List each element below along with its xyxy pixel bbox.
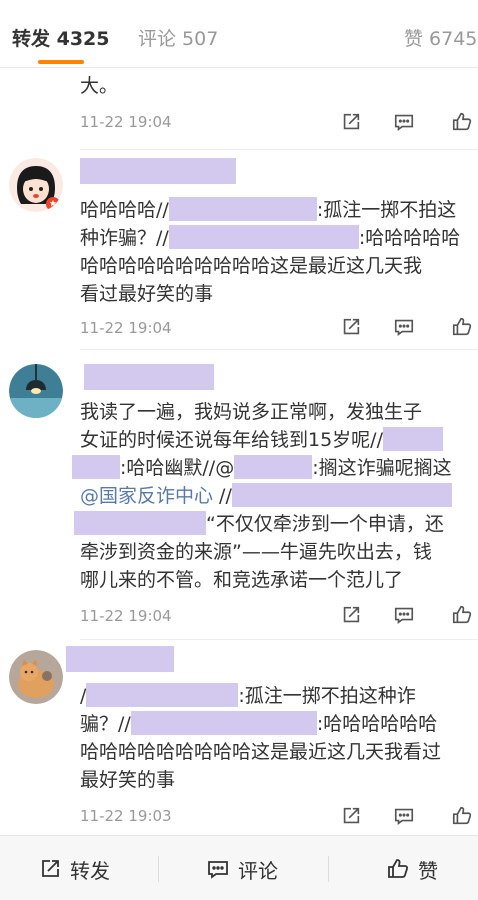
redacted-name	[72, 455, 120, 479]
comment-text: 女证的时候还说每年给钱到15岁呢//	[80, 426, 443, 454]
comment-text: 哈哈哈哈//:孤注一掷不拍这	[80, 197, 457, 221]
active-tab-indicator	[38, 60, 84, 64]
like-icon[interactable]	[451, 604, 473, 626]
comment-time: 11-22 19:04	[80, 607, 172, 625]
repost-button[interactable]: 转发	[38, 856, 110, 883]
divider	[328, 856, 329, 882]
avatar[interactable]	[9, 650, 63, 704]
comment-icon[interactable]	[393, 604, 415, 626]
repost-icon	[42, 860, 59, 877]
repost-icon[interactable]	[340, 316, 362, 338]
comment-text: 大。	[80, 75, 119, 97]
tab-comments[interactable]: 评论 507	[138, 26, 218, 52]
username[interactable]	[80, 158, 236, 184]
like-icon[interactable]	[451, 805, 473, 827]
redacted-name	[86, 683, 239, 707]
repost-icon[interactable]	[340, 111, 362, 133]
redacted-name	[231, 483, 452, 507]
redacted-name	[130, 711, 317, 735]
list-item: /:孤注一掷不拍这种诈 骗？//:哈哈哈哈哈哈 哈哈哈哈哈哈哈哈哈这是最近这几天…	[0, 640, 478, 835]
comment-time: 11-22 19:03	[80, 807, 172, 825]
redacted-name	[168, 225, 359, 249]
username[interactable]	[84, 364, 214, 390]
comment-text: 哪儿来的不管。和竞选承诺一个范儿了	[80, 569, 404, 591]
tab-repost[interactable]: 转发 4325	[12, 26, 110, 52]
like-icon[interactable]	[451, 111, 473, 133]
like-label: 赞	[418, 858, 438, 883]
repost-label: 转发	[70, 858, 110, 883]
comment-time: 11-22 19:04	[80, 113, 172, 131]
redacted-name	[234, 455, 313, 479]
redacted-name	[382, 427, 443, 451]
divider	[158, 856, 159, 882]
comment-icon[interactable]	[393, 111, 415, 133]
redacted-name	[168, 197, 317, 221]
comment-text: :哈哈幽默//@:搁这诈骗呢搁这	[72, 454, 452, 482]
like-button[interactable]: 赞	[386, 856, 438, 883]
comment-text: /:孤注一掷不拍这种诈	[80, 683, 416, 707]
list-item: 我读了一遍，我妈说多正常啊，发独生子 女证的时候还说每年给钱到15岁呢// :哈…	[0, 350, 478, 640]
comment-text: @国家反诈中心 //	[80, 482, 452, 510]
comment-text: “不仅仅牵涉到一个申请，还	[74, 510, 444, 538]
comment-text: 牵涉到资金的来源”——牛逼先吹出去，钱	[80, 541, 432, 563]
comment-text: 种诈骗？//:哈哈哈哈哈	[80, 225, 461, 249]
comment-button[interactable]: 评论	[206, 856, 278, 883]
comment-text: 哈哈哈哈哈哈哈哈哈哈这是最近这几天我	[80, 255, 423, 277]
comment-icon[interactable]	[393, 316, 415, 338]
like-icon[interactable]	[451, 316, 473, 338]
like-icon	[388, 859, 409, 878]
list-item: 哈哈哈哈//:孤注一掷不拍这 种诈骗？//:哈哈哈哈哈 哈哈哈哈哈哈哈哈哈哈这是…	[0, 150, 478, 350]
repost-icon[interactable]	[340, 805, 362, 827]
comment-text: 骗？//:哈哈哈哈哈哈	[80, 711, 438, 735]
bottom-action-bar: 转发 评论 赞	[0, 835, 478, 900]
username[interactable]	[66, 646, 174, 672]
repost-icon[interactable]	[340, 604, 362, 626]
tab-likes[interactable]: 赞 6745	[404, 26, 477, 52]
redacted-name	[74, 511, 206, 535]
comment-icon	[208, 861, 228, 879]
comment-label: 评论	[238, 858, 278, 883]
comment-icon[interactable]	[393, 805, 415, 827]
tab-bar: 转发 4325 评论 507 赞 6745	[0, 0, 478, 68]
comment-time: 11-22 19:04	[80, 319, 172, 337]
avatar[interactable]	[9, 158, 63, 212]
comment-text: 我读了一遍，我妈说多正常啊，发独生子	[80, 401, 423, 423]
comment-text: 看过最好笑的事	[80, 283, 214, 305]
list-item: 大。 11-22 19:04	[0, 68, 478, 150]
avatar[interactable]	[9, 364, 63, 418]
comment-text: 最好笑的事	[80, 769, 176, 791]
comment-text: 哈哈哈哈哈哈哈哈哈这是最近这几天我看过	[80, 741, 442, 763]
mention-link[interactable]: @国家反诈中心	[80, 485, 213, 507]
